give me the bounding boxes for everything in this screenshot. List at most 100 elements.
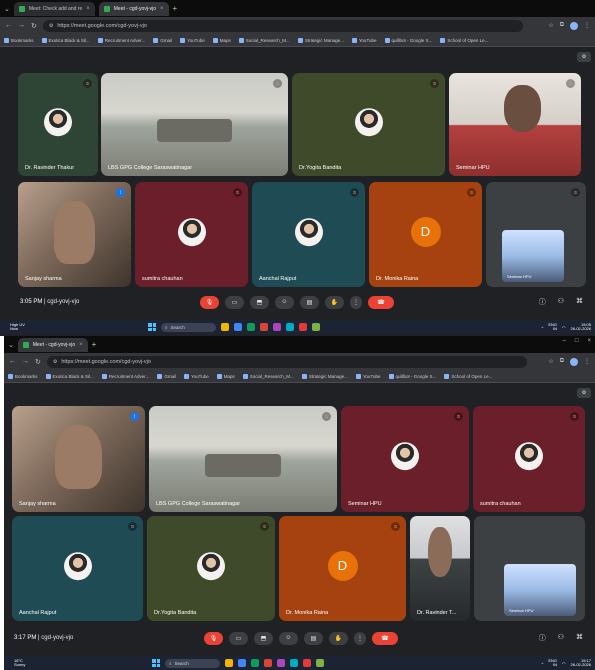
new-tab-button[interactable]: + (92, 340, 97, 349)
tab-search-icon[interactable]: ⌄ (8, 341, 14, 349)
mic-toggle-button[interactable]: 🎙 (204, 631, 223, 645)
bookmark-item[interactable]: Strategic Manage... (297, 37, 344, 43)
self-view-pip[interactable]: Seminar HPU (504, 564, 576, 616)
windows-start-icon[interactable] (148, 323, 156, 331)
participant-tile[interactable]: D ⦸ Dr. Monika Raina (369, 182, 482, 287)
language-indicator[interactable]: ENG IN (548, 658, 557, 668)
wifi-icon[interactable]: ◠ (562, 661, 566, 666)
participant-tile[interactable]: ⦸ Aanchal Rajput (12, 516, 143, 621)
bookmark-item[interactable]: Gmail (153, 37, 172, 43)
site-info-icon[interactable]: ⚙ (53, 359, 57, 365)
bookmark-item[interactable]: YouTube (180, 37, 205, 43)
app-icon[interactable] (303, 659, 311, 667)
close-tab-icon[interactable]: × (86, 6, 90, 12)
info-icon[interactable]: ⓘ (539, 297, 546, 307)
tab-meet-active[interactable]: Meet - cgd-yovj-vjo × (17, 337, 88, 352)
close-window-icon[interactable]: × (587, 338, 591, 344)
chrome-icon[interactable] (238, 659, 246, 667)
reload-icon[interactable]: ↻ (35, 358, 41, 366)
back-icon[interactable]: ← (5, 22, 12, 29)
participant-tile[interactable]: Dr. Ravinder T... (410, 516, 470, 621)
bookmark-item[interactable]: Bookmarks (4, 37, 34, 43)
participant-tile[interactable]: ⁞ Sanjay sharma (18, 182, 131, 287)
emoji-button[interactable]: ☺ (275, 295, 294, 309)
more-options-button[interactable]: ⋮ (350, 295, 362, 309)
maximize-icon[interactable]: □ (575, 338, 579, 344)
file-explorer-icon[interactable] (225, 659, 233, 667)
app-icon[interactable] (277, 659, 285, 667)
site-info-icon[interactable]: ⚙ (49, 23, 53, 29)
participant-tile[interactable]: ⦸ Dr.Yogita Bandita (292, 73, 445, 176)
bookmark-item[interactable]: School of Open Le... (444, 373, 492, 379)
bookmark-item[interactable]: Exotica Black & Sil... (45, 373, 94, 379)
camera-button[interactable]: ▭ (225, 295, 244, 309)
address-bar[interactable]: ⚙ https://meet.google.com/cgd-yovj-vjo (46, 355, 527, 368)
bookmark-item[interactable]: Social_Research_M... (238, 37, 290, 43)
bookmark-item[interactable]: YouTube (184, 373, 209, 379)
app-icon[interactable] (264, 659, 272, 667)
profile-avatar[interactable] (570, 21, 578, 30)
mic-toggle-button[interactable]: 🎙 (200, 295, 219, 309)
clock[interactable]: 15:17 26-02-2026 (571, 658, 591, 668)
participant-tile[interactable]: ⦸ Aanchal Rajput (252, 182, 365, 287)
address-bar[interactable]: ⚙ https://meet.google.com/cgd-yovj-vjo (42, 19, 523, 32)
participant-tile[interactable]: ⦸ Seminar HPU (449, 73, 581, 176)
more-options-button[interactable]: ⋮ (354, 631, 366, 645)
extensions-icon[interactable]: ⧉ (560, 22, 564, 29)
bookmark-item[interactable]: Gmail (157, 373, 176, 379)
bookmark-item[interactable]: School of Open Le... (440, 37, 488, 43)
star-icon[interactable]: ☆ (548, 358, 553, 365)
weather-widget[interactable]: 18°C Sunny (14, 658, 25, 668)
app-icon[interactable] (299, 323, 307, 331)
end-call-button[interactable]: ☎ (368, 295, 394, 309)
forward-icon[interactable]: → (18, 22, 25, 29)
people-icon[interactable]: ⚇ (558, 633, 564, 643)
app-icon[interactable] (316, 659, 324, 667)
participant-tile[interactable]: ⦸ sumitra chauhan (135, 182, 248, 287)
forward-icon[interactable]: → (22, 358, 29, 365)
participant-tile[interactable]: D ⦸ Dr. Monika Raina (279, 516, 406, 621)
profile-avatar[interactable] (570, 357, 578, 366)
tray-chevron-icon[interactable]: ^ (541, 661, 543, 666)
app-icon[interactable] (312, 323, 320, 331)
bookmark-item[interactable]: quillbot - Google S... (388, 373, 436, 379)
tab-meet-check[interactable]: Meet: Check add and re × (13, 1, 95, 16)
bookmark-item[interactable]: Strategic Manage... (301, 373, 348, 379)
app-icon[interactable] (290, 659, 298, 667)
present-button[interactable]: ⬒ (254, 631, 273, 645)
bookmark-item[interactable]: Recruitment Adver... (101, 373, 149, 379)
bookmark-item[interactable]: Exotica Black & Sil... (41, 37, 90, 43)
participant-tile[interactable]: ⁞ Sanjay sharma (12, 406, 145, 512)
bookmark-item[interactable]: Bookmarks (8, 373, 38, 379)
star-icon[interactable]: ☆ (548, 22, 553, 29)
info-icon[interactable]: ⓘ (539, 633, 546, 643)
edge-icon[interactable] (251, 659, 259, 667)
participant-tile[interactable]: ⦸ Dr.Yogita Bandita (147, 516, 275, 621)
close-tab-icon[interactable]: × (79, 342, 83, 348)
participant-tile[interactable]: ⦸ Dr. Ravinder Thakur (18, 73, 98, 176)
app-icon[interactable] (273, 323, 281, 331)
end-call-button[interactable]: ☎ (372, 631, 398, 645)
file-explorer-icon[interactable] (221, 323, 229, 331)
app-icon[interactable] (260, 323, 268, 331)
raise-hand-button[interactable]: ✋ (329, 631, 348, 645)
reload-icon[interactable]: ↻ (31, 22, 37, 30)
tab-meet-active[interactable]: Meet - cgd-yovj-vjo × (98, 1, 169, 16)
extensions-icon[interactable]: ⧉ (560, 358, 564, 365)
participant-tile[interactable]: ⦸ Seminar HPU (341, 406, 469, 512)
layout-tool-icon[interactable]: ⚙ (577, 388, 591, 398)
activities-icon[interactable]: ⌘ (576, 297, 583, 307)
windows-start-icon[interactable] (152, 659, 160, 667)
clock[interactable]: 15:05 26-02-2026 (571, 322, 591, 332)
emoji-button[interactable]: ☺ (279, 631, 298, 645)
weather-widget[interactable]: High UV Now (10, 322, 25, 332)
bookmark-item[interactable]: quillbot - Google S... (384, 37, 432, 43)
bookmark-item[interactable]: Maps (216, 373, 235, 379)
language-indicator[interactable]: ENG IN (548, 322, 557, 332)
app-icon[interactable] (286, 323, 294, 331)
minimize-icon[interactable]: – (563, 338, 566, 344)
new-tab-button[interactable]: + (173, 4, 178, 13)
menu-icon[interactable]: ⋮ (584, 358, 590, 365)
captions-button[interactable]: ▤ (300, 295, 319, 309)
bookmark-item[interactable]: Recruitment Adver... (97, 37, 145, 43)
